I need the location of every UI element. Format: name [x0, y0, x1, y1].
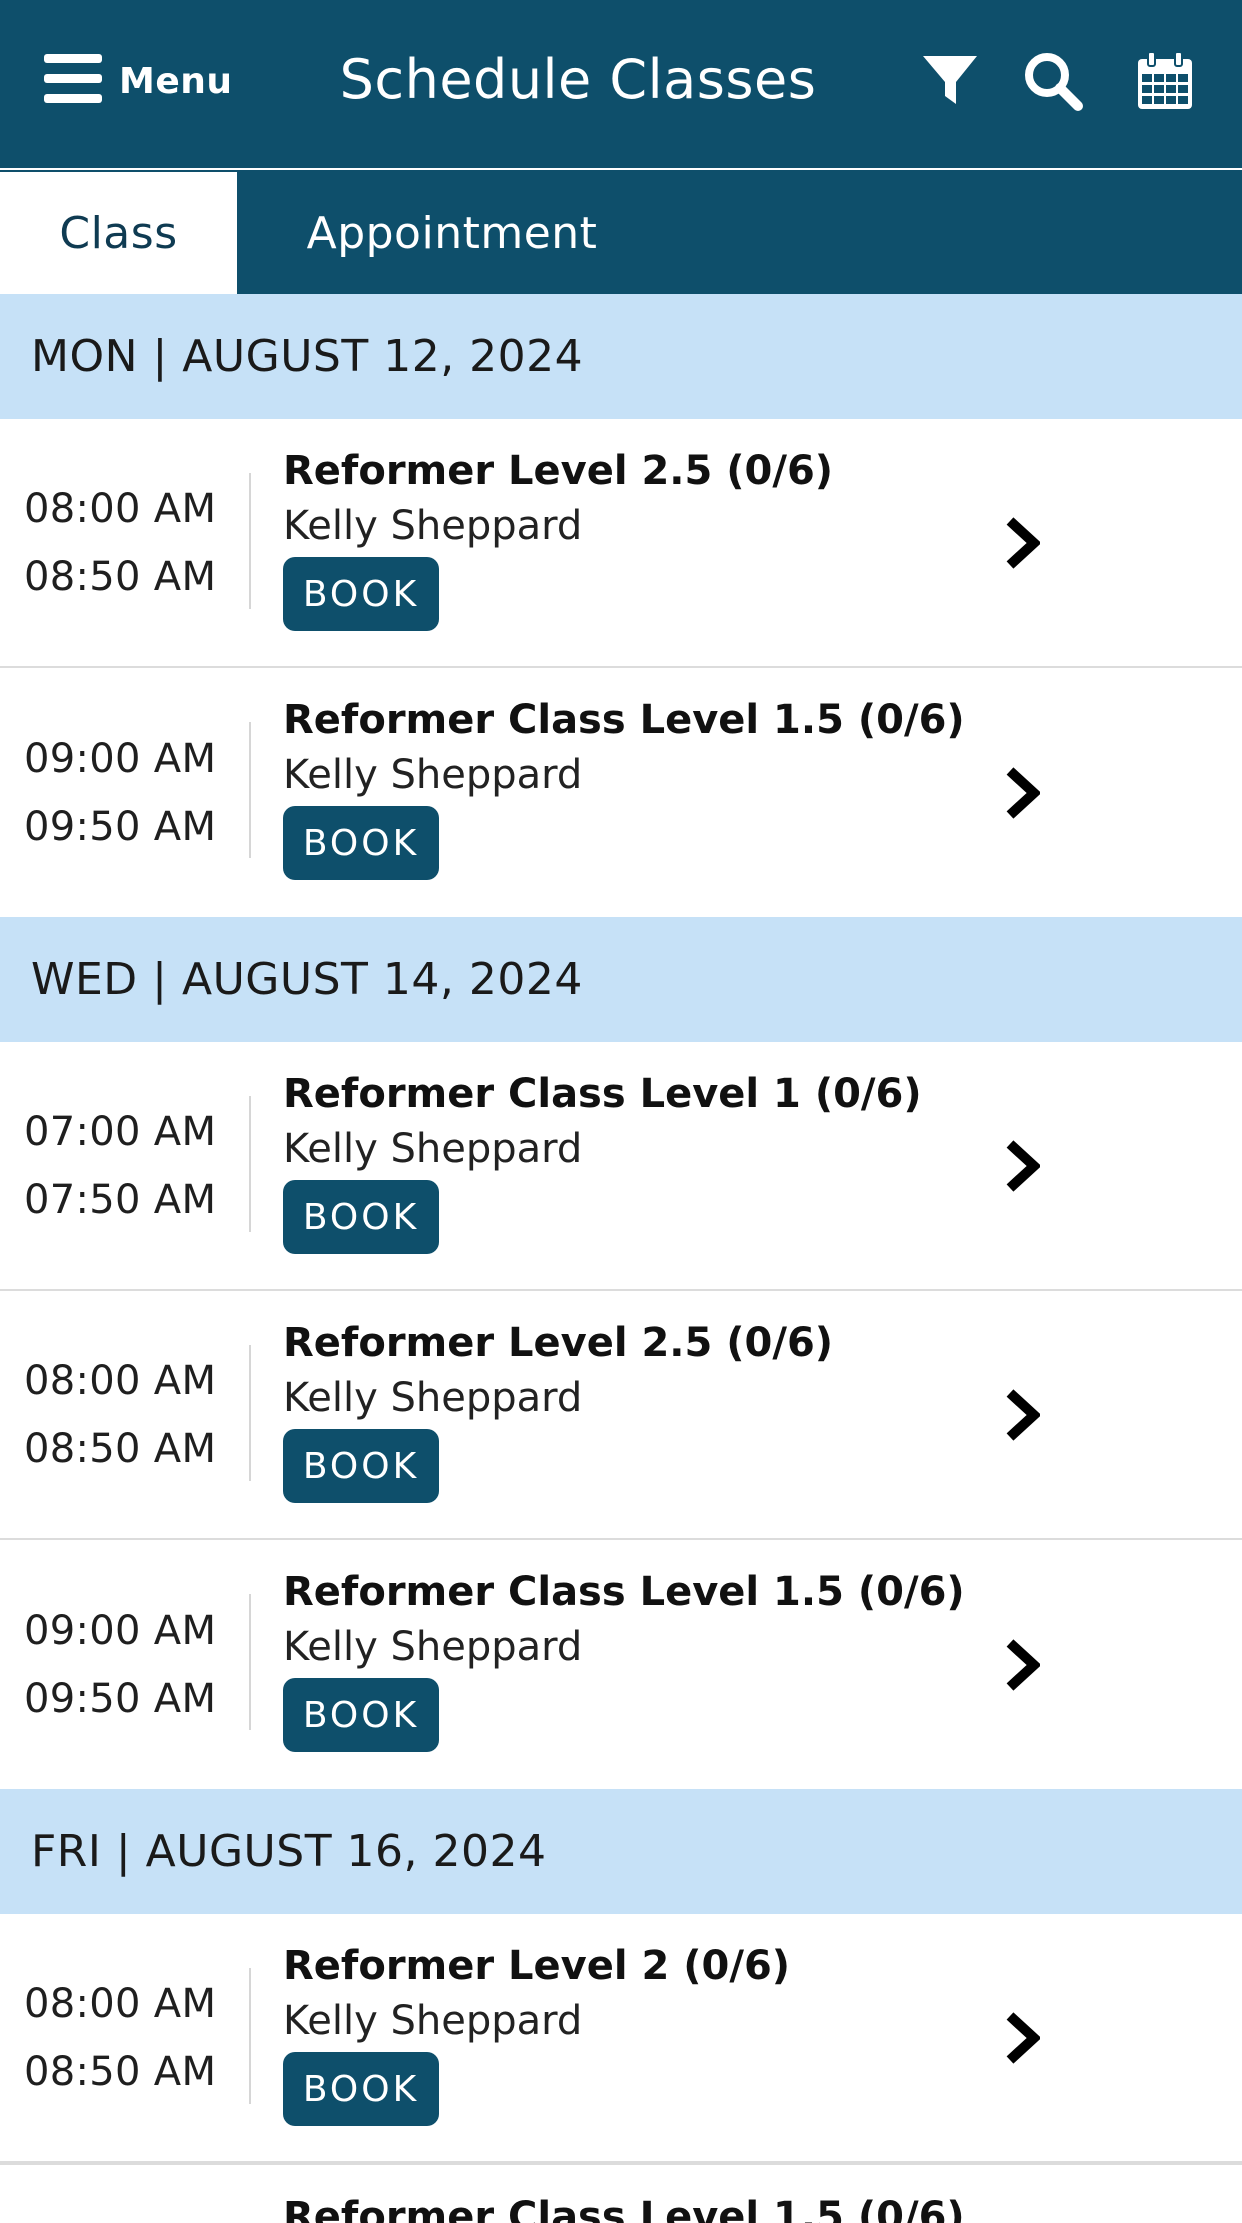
chevron-right-icon[interactable] [1000, 765, 1044, 821]
class-info: Reformer Class Level 1.5 (0/6) Kelly She… [283, 692, 965, 880]
class-info: Reformer Level 2 (0/6) Kelly Sheppard BO… [283, 1938, 790, 2126]
instructor-name: Kelly Sheppard [283, 503, 583, 549]
class-row-partial[interactable]: Reformer Class Level 1.5 (0/6) [0, 2163, 1242, 2223]
class-times: 08:00 AM 08:50 AM [24, 1970, 216, 2106]
class-times: 07:00 AM 07:50 AM [24, 1098, 216, 1234]
book-button[interactable]: BOOK [283, 2052, 439, 2126]
filter-button[interactable] [917, 50, 983, 116]
start-time: 09:00 AM [24, 1607, 217, 1654]
instructor-name: Kelly Sheppard [283, 1624, 583, 1670]
class-times: 09:00 AM 09:50 AM [24, 725, 216, 861]
tab-bar: Class Appointment [0, 168, 1242, 294]
schedule-list: MON | AUGUST 12, 2024 08:00 AM 08:50 AM … [0, 294, 1242, 2223]
class-info: Reformer Level 2.5 (0/6) Kelly Sheppard … [283, 443, 833, 631]
menu-button[interactable]: Menu [44, 48, 233, 114]
chevron-right-icon[interactable] [1000, 1387, 1044, 1443]
start-time: 08:00 AM [24, 485, 217, 532]
end-time: 08:50 AM [24, 1425, 217, 1472]
class-times: 08:00 AM 08:50 AM [24, 1347, 216, 1483]
start-time: 08:00 AM [24, 1980, 217, 2027]
book-button[interactable]: BOOK [283, 1678, 439, 1752]
class-name: Reformer Level 2.5 (0/6) [283, 1320, 834, 1366]
end-time: 08:50 AM [24, 553, 217, 600]
chevron-right-icon[interactable] [1000, 2010, 1044, 2066]
class-info: Reformer Class Level 1 (0/6) Kelly Shepp… [283, 1066, 922, 1254]
class-row[interactable]: 08:00 AM 08:50 AM Reformer Level 2 (0/6)… [0, 1914, 1242, 2163]
start-time: 08:00 AM [24, 1357, 217, 1404]
end-time: 09:50 AM [24, 803, 217, 850]
calendar-button[interactable] [1132, 50, 1198, 116]
divider [249, 1345, 251, 1481]
class-times: 09:00 AM 09:50 AM [24, 1597, 216, 1733]
day-header: WED | AUGUST 14, 2024 [0, 917, 1242, 1042]
instructor-name: Kelly Sheppard [283, 1998, 583, 2044]
class-row[interactable]: 08:00 AM 08:50 AM Reformer Level 2.5 (0/… [0, 1291, 1242, 1540]
menu-label: Menu [119, 60, 233, 102]
class-name: Reformer Class Level 1 (0/6) [283, 1071, 922, 1117]
search-button[interactable] [1020, 50, 1086, 116]
class-times: 08:00 AM 08:50 AM [24, 475, 216, 611]
class-name: Reformer Class Level 1.5 (0/6) [283, 2194, 965, 2223]
chevron-right-icon[interactable] [1000, 1637, 1044, 1693]
divider [249, 1594, 251, 1730]
class-info: Reformer Class Level 1.5 (0/6) Kelly She… [283, 1564, 965, 1752]
filter-icon [919, 50, 981, 116]
class-row[interactable]: 09:00 AM 09:50 AM Reformer Class Level 1… [0, 668, 1242, 917]
book-button[interactable]: BOOK [283, 1180, 439, 1254]
start-time: 09:00 AM [24, 735, 217, 782]
instructor-name: Kelly Sheppard [283, 1375, 583, 1421]
tab-class[interactable]: Class [0, 172, 237, 294]
day-header: MON | AUGUST 12, 2024 [0, 294, 1242, 419]
class-name: Reformer Class Level 1.5 (0/6) [283, 1569, 965, 1615]
end-time: 07:50 AM [24, 1176, 217, 1223]
tab-appointment[interactable]: Appointment [237, 172, 667, 294]
start-time: 07:00 AM [24, 1108, 217, 1155]
chevron-right-icon[interactable] [1000, 1138, 1044, 1194]
search-icon [1022, 50, 1084, 116]
class-name: Reformer Level 2 (0/6) [283, 1943, 791, 1989]
book-button[interactable]: BOOK [283, 1429, 439, 1503]
chevron-right-icon[interactable] [1000, 515, 1044, 571]
class-info: Reformer Level 2.5 (0/6) Kelly Sheppard … [283, 1315, 833, 1503]
divider [249, 722, 251, 858]
book-button[interactable]: BOOK [283, 806, 439, 880]
divider [249, 1968, 251, 2104]
instructor-name: Kelly Sheppard [283, 1126, 583, 1172]
class-row[interactable]: 08:00 AM 08:50 AM Reformer Level 2.5 (0/… [0, 419, 1242, 668]
end-time: 09:50 AM [24, 1675, 217, 1722]
menu-icon [44, 54, 102, 108]
divider [249, 473, 251, 609]
class-name: Reformer Class Level 1.5 (0/6) [283, 697, 965, 743]
page-title: Schedule Classes [339, 48, 817, 111]
instructor-name: Kelly Sheppard [283, 752, 583, 798]
end-time: 08:50 AM [24, 2048, 217, 2095]
day-header: FRI | AUGUST 16, 2024 [0, 1789, 1242, 1914]
class-row[interactable]: 09:00 AM 09:50 AM Reformer Class Level 1… [0, 1540, 1242, 1789]
class-row[interactable]: 07:00 AM 07:50 AM Reformer Class Level 1… [0, 1042, 1242, 1291]
book-button[interactable]: BOOK [283, 557, 439, 631]
calendar-icon [1134, 50, 1196, 116]
divider [249, 1096, 251, 1232]
app-header: Menu Schedule Classes [0, 0, 1242, 168]
class-name: Reformer Level 2.5 (0/6) [283, 448, 834, 494]
